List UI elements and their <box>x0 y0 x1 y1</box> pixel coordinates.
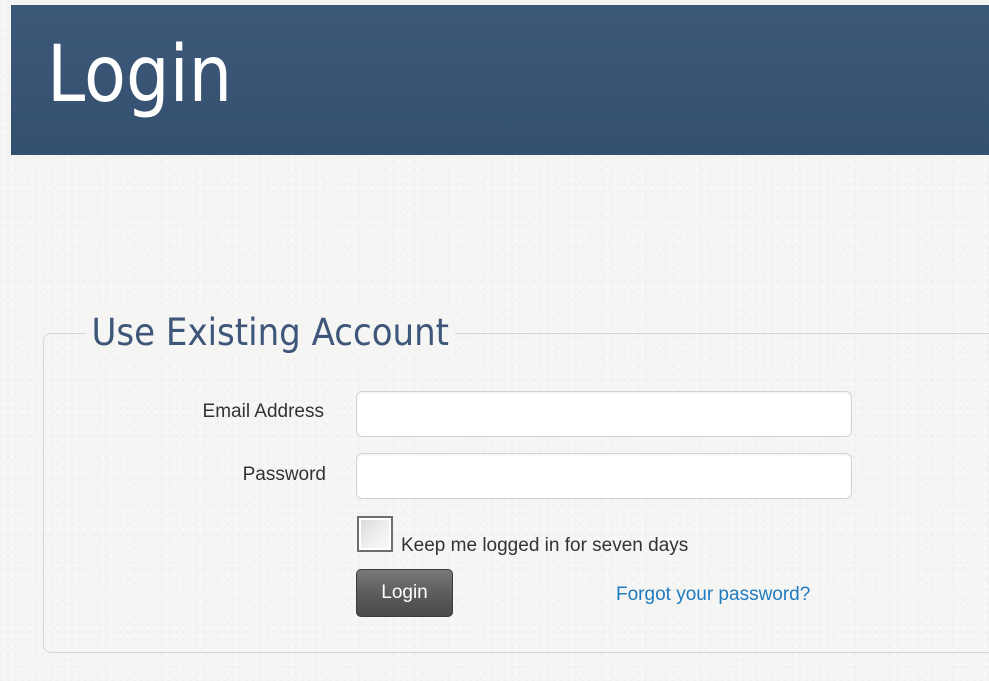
fieldset-legend: Use Existing Account <box>86 308 455 358</box>
password-field[interactable] <box>356 453 852 499</box>
page-header: Login <box>11 5 989 155</box>
page-title: Login <box>47 30 233 120</box>
login-button[interactable]: Login <box>356 569 453 617</box>
email-label: Email Address <box>202 401 324 422</box>
login-page: Login Use Existing Account Email Address… <box>0 0 989 681</box>
remember-me-label[interactable]: Keep me logged in for seven days <box>401 535 688 557</box>
password-label: Password <box>242 464 326 485</box>
remember-me-checkbox[interactable] <box>357 516 393 552</box>
forgot-password-link[interactable]: Forgot your password? <box>616 584 810 606</box>
email-field[interactable] <box>356 391 852 437</box>
